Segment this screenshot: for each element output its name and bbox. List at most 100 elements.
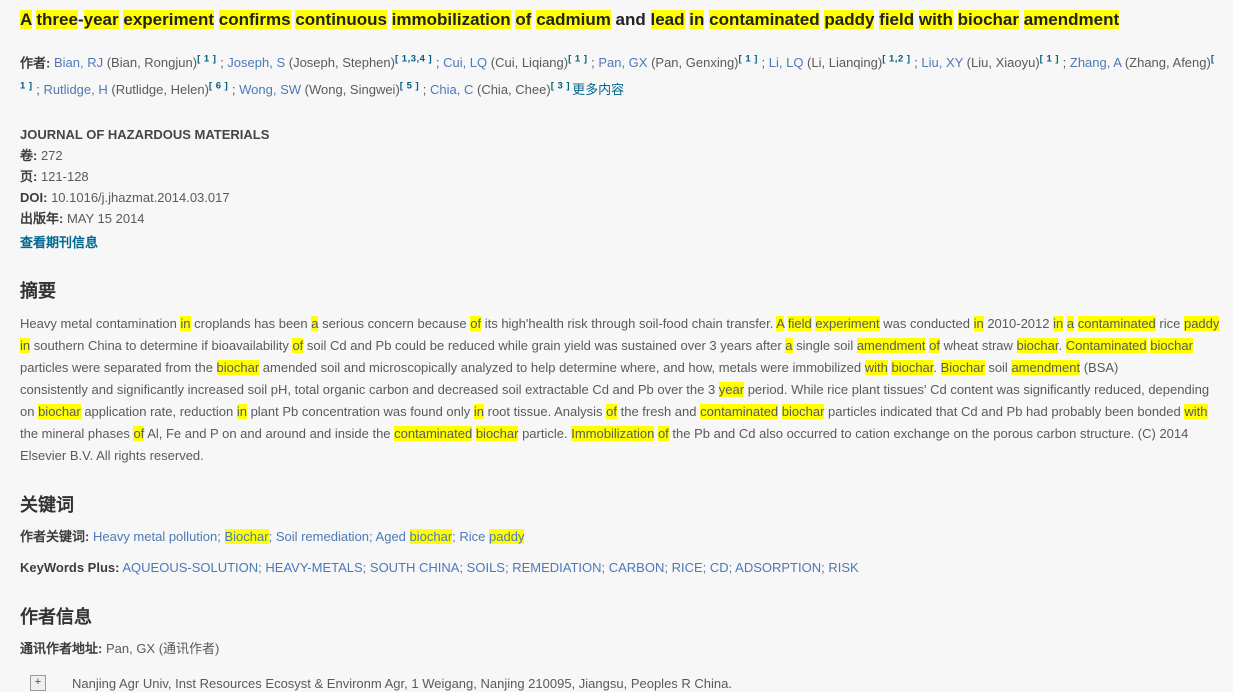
keyword-link[interactable]: Heavy metal pollution	[93, 529, 217, 544]
text-segment: wheat straw	[940, 338, 1017, 353]
highlighted-term: continuous	[295, 10, 387, 29]
highlighted-term: Biochar	[941, 360, 985, 375]
author-affiliation-sup[interactable]: [ 3 ]	[551, 81, 570, 92]
highlighted-term: field	[879, 10, 914, 29]
keyword-link[interactable]: Soil remediation	[276, 529, 369, 544]
text-segment: Heavy metal contamination	[20, 316, 180, 331]
author-affiliation-sup[interactable]: [ 1 ]	[568, 54, 587, 65]
highlighted-term: contaminated	[709, 10, 820, 29]
text-segment	[953, 10, 958, 29]
author-link[interactable]: Zhang, A	[1070, 55, 1121, 70]
author-fullname: (Liu, Xiaoyu)	[963, 55, 1040, 70]
highlighted-term: biochar	[958, 10, 1019, 29]
text-segment: the fresh and	[617, 404, 700, 419]
separator: ;	[217, 529, 224, 544]
text-segment: Al, Fe and P on and around and inside th…	[144, 426, 394, 441]
author-link[interactable]: Li, LQ	[769, 55, 804, 70]
highlighted-term: year	[719, 382, 744, 397]
author-link[interactable]: Wong, SW	[239, 82, 301, 97]
keyword-link-highlighted[interactable]: biochar	[410, 529, 453, 544]
highlighted-term: experiment	[123, 10, 214, 29]
record-content: A three-year experiment confirms continu…	[0, 0, 1233, 692]
expand-address-button[interactable]: +	[30, 675, 46, 691]
text-segment: and	[611, 10, 651, 29]
highlighted-term: confirms	[219, 10, 291, 29]
author-link[interactable]: Bian, RJ	[54, 55, 103, 70]
text-segment: rice	[1156, 316, 1184, 331]
author-fullname: (Chia, Chee)	[473, 82, 550, 97]
author-fullname: (Wong, Singwei)	[301, 82, 400, 97]
highlighted-term: a	[785, 338, 792, 353]
corresponding-author: Pan, GX (通讯作者)	[106, 641, 219, 656]
keyword-link-highlighted[interactable]: paddy	[489, 529, 524, 544]
highlighted-term: lead	[651, 10, 685, 29]
author-link[interactable]: Liu, XY	[921, 55, 963, 70]
highlighted-term: in	[474, 404, 484, 419]
highlighted-term: A	[20, 10, 32, 29]
author-link[interactable]: Cui, LQ	[443, 55, 487, 70]
journal-field-value: 121-128	[37, 169, 88, 184]
highlighted-term: biochar	[891, 360, 933, 375]
more-authors-link[interactable]: 更多内容	[572, 82, 624, 97]
author-affiliation-sup[interactable]: [ 1 ]	[739, 54, 758, 65]
text-segment: particle.	[518, 426, 571, 441]
text-segment: single soil	[793, 338, 857, 353]
author-fullname: (Bian, Rongjun)	[103, 55, 197, 70]
authors-line: 作者: Bian, RJ (Bian, Rongjun)[ 1 ] ; Jose…	[20, 48, 1220, 103]
text-segment: soil Cd and Pb could be reduced while gr…	[303, 338, 785, 353]
author-fullname: (Zhang, Afeng)	[1121, 55, 1211, 70]
journal-field-label: 出版年:	[20, 211, 63, 226]
author-affiliation-sup[interactable]: [ 1 ]	[1040, 54, 1059, 65]
address-row: + Nanjing Agr Univ, Inst Resources Ecosy…	[20, 675, 1222, 692]
highlighted-term: Contaminated	[1066, 338, 1147, 353]
author-separator: ;	[216, 55, 227, 70]
highlighted-term: cadmium	[536, 10, 611, 29]
author-affiliation-sup[interactable]: [ 1,3,4 ]	[395, 54, 432, 65]
text-segment: its high'health risk through soil-food c…	[481, 316, 776, 331]
text-segment: particles indicated that Cd and Pb had p…	[824, 404, 1184, 419]
highlighted-term: biochar	[476, 426, 519, 441]
author-separator: ;	[1059, 55, 1070, 70]
highlighted-term: in	[1053, 316, 1063, 331]
highlighted-term: biochar	[782, 404, 825, 419]
article-title: A three-year experiment confirms continu…	[20, 8, 1220, 33]
author-link[interactable]: Pan, GX	[598, 55, 647, 70]
abstract-text: Heavy metal contamination in croplands h…	[20, 313, 1222, 467]
highlighted-term: Immobilization	[571, 426, 654, 441]
journal-field-value: 272	[37, 148, 62, 163]
view-journal-link[interactable]: 查看期刊信息	[20, 232, 98, 253]
keyword-link[interactable]: Rice	[459, 529, 489, 544]
author-affiliation-sup[interactable]: [ 1,2 ]	[882, 54, 910, 65]
text-segment	[387, 10, 392, 29]
highlighted-term: biochar	[38, 404, 81, 419]
author-link[interactable]: Joseph, S	[227, 55, 285, 70]
author-fullname: (Joseph, Stephen)	[285, 55, 395, 70]
highlighted-term: in	[20, 338, 30, 353]
journal-name: JOURNAL OF HAZARDOUS MATERIALS	[20, 124, 1222, 145]
author-keywords-list: Heavy metal pollution; Biochar; Soil rem…	[93, 529, 524, 544]
highlighted-term: field	[788, 316, 812, 331]
keyword-link-highlighted[interactable]: Biochar	[225, 529, 269, 544]
highlighted-term: with	[1184, 404, 1207, 419]
journal-field-label: 卷:	[20, 148, 37, 163]
author-link[interactable]: Rutlidge, H	[43, 82, 107, 97]
author-separator: ;	[33, 82, 44, 97]
author-separator: ;	[228, 82, 239, 97]
highlighted-term: contaminated	[1078, 316, 1156, 331]
text-segment: .	[1058, 338, 1065, 353]
keyword-link[interactable]: Aged	[376, 529, 410, 544]
text-segment: southern China to determine if bioavaila…	[30, 338, 292, 353]
journal-field-row: 出版年: MAY 15 2014	[20, 208, 1222, 229]
text-segment: consistently and significantly increased…	[20, 382, 719, 397]
keywords-plus-values[interactable]: AQUEOUS-SOLUTION; HEAVY-METALS; SOUTH CH…	[122, 560, 858, 575]
text-segment: particles were separated from the	[20, 360, 217, 375]
journal-block: JOURNAL OF HAZARDOUS MATERIALS 卷: 272页: …	[20, 124, 1222, 253]
author-link[interactable]: Chia, C	[430, 82, 473, 97]
highlighted-term: paddy	[1184, 316, 1219, 331]
author-affiliation-sup[interactable]: [ 5 ]	[400, 81, 419, 92]
highlighted-term: contaminated	[394, 426, 472, 441]
author-affiliation-sup[interactable]: [ 6 ]	[209, 81, 228, 92]
journal-field-row: 卷: 272	[20, 145, 1222, 166]
address-text: Nanjing Agr Univ, Inst Resources Ecosyst…	[72, 675, 732, 692]
author-affiliation-sup[interactable]: [ 1 ]	[197, 54, 216, 65]
